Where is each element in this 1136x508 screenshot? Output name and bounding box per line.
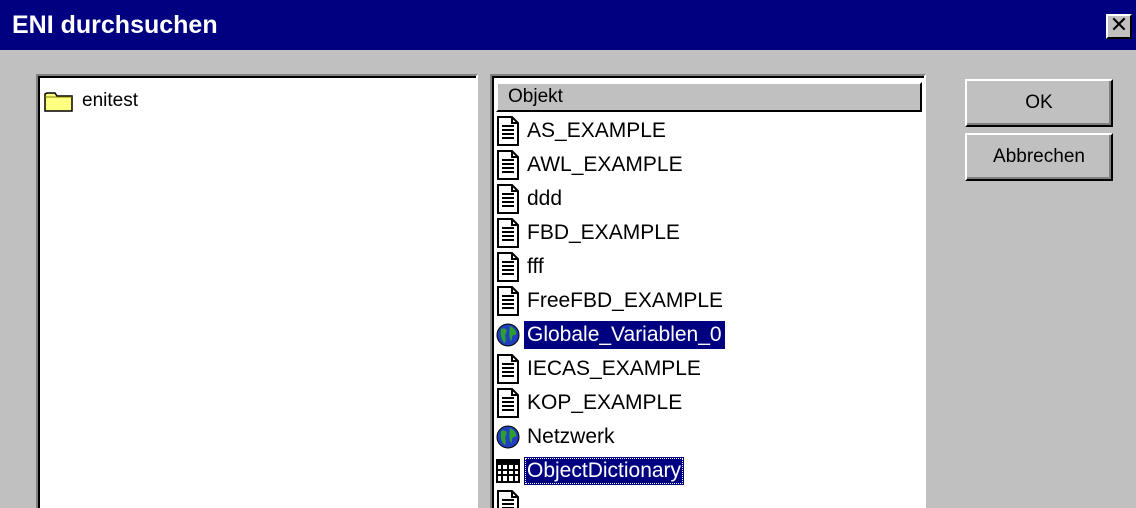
list-item[interactable]: ddd: [496, 182, 726, 216]
tree-item-enitest[interactable]: enitest: [44, 86, 138, 116]
globe-icon: [496, 422, 520, 452]
list-item[interactable]: fff: [496, 250, 726, 284]
list-item[interactable]: FBD_EXAMPLE: [496, 216, 726, 250]
list-item-label: FBD_EXAMPLE: [527, 221, 680, 244]
list-item-label: [524, 504, 530, 506]
ok-button[interactable]: OK: [965, 79, 1113, 127]
list-item[interactable]: [496, 488, 726, 508]
globe-icon: [496, 320, 520, 350]
list-item[interactable]: Globale_Variablen_0: [496, 318, 726, 352]
list-item-label: AS_EXAMPLE: [527, 119, 666, 142]
title-bar: ENI durchsuchen ✕: [0, 0, 1136, 50]
close-icon: ✕: [1109, 13, 1129, 38]
list-item[interactable]: IECAS_EXAMPLE: [496, 352, 726, 386]
folder-tree[interactable]: enitest: [36, 74, 478, 508]
cancel-button[interactable]: Abbrechen: [965, 133, 1113, 181]
document-icon: [496, 354, 520, 384]
list-item-label: IECAS_EXAMPLE: [527, 357, 701, 380]
document-icon: [496, 490, 520, 508]
list-item-label: ObjectDictionary: [524, 457, 685, 485]
document-icon: [496, 388, 520, 418]
ok-button-label: OK: [1025, 92, 1053, 113]
list-item-label: Globale_Variablen_0: [524, 321, 725, 349]
object-rows: AS_EXAMPLE AWL_EXAMPLEddd FBD_EXAMPLEfff Fr…: [496, 114, 726, 508]
list-item[interactable]: Netzwerk: [496, 420, 726, 454]
list-item[interactable]: AWL_EXAMPLE: [496, 148, 726, 182]
column-header-label: Objekt: [508, 86, 563, 107]
list-item-label: ddd: [527, 187, 563, 210]
list-item[interactable]: FreeFBD_EXAMPLE: [496, 284, 726, 318]
cancel-button-label: Abbrechen: [993, 146, 1085, 167]
list-item[interactable]: KOP_EXAMPLE: [496, 386, 726, 420]
list-item-label: KOP_EXAMPLE: [527, 391, 683, 414]
list-item-label: fff: [527, 255, 544, 278]
list-item-label: FreeFBD_EXAMPLE: [527, 289, 724, 312]
list-item[interactable]: ObjectDictionary: [496, 454, 726, 488]
document-icon: [496, 184, 520, 214]
close-button[interactable]: ✕: [1106, 14, 1132, 39]
window-title: ENI durchsuchen: [12, 11, 218, 39]
document-icon: [496, 286, 520, 316]
list-item[interactable]: AS_EXAMPLE: [496, 114, 726, 148]
folder-icon: [44, 92, 73, 112]
object-list[interactable]: Objekt AS_EXAMPLE AWL_EXAMPLEddd FBD_EXAMP…: [490, 74, 926, 508]
list-item-label: Netzwerk: [527, 425, 615, 448]
list-item-label: AWL_EXAMPLE: [527, 153, 683, 176]
grid-icon: [496, 456, 520, 486]
document-icon: [496, 116, 520, 146]
document-icon: [496, 150, 520, 180]
column-header-objekt[interactable]: Objekt: [496, 82, 922, 112]
tree-item-label: enitest: [82, 90, 138, 111]
document-icon: [496, 218, 520, 248]
document-icon: [496, 252, 520, 282]
